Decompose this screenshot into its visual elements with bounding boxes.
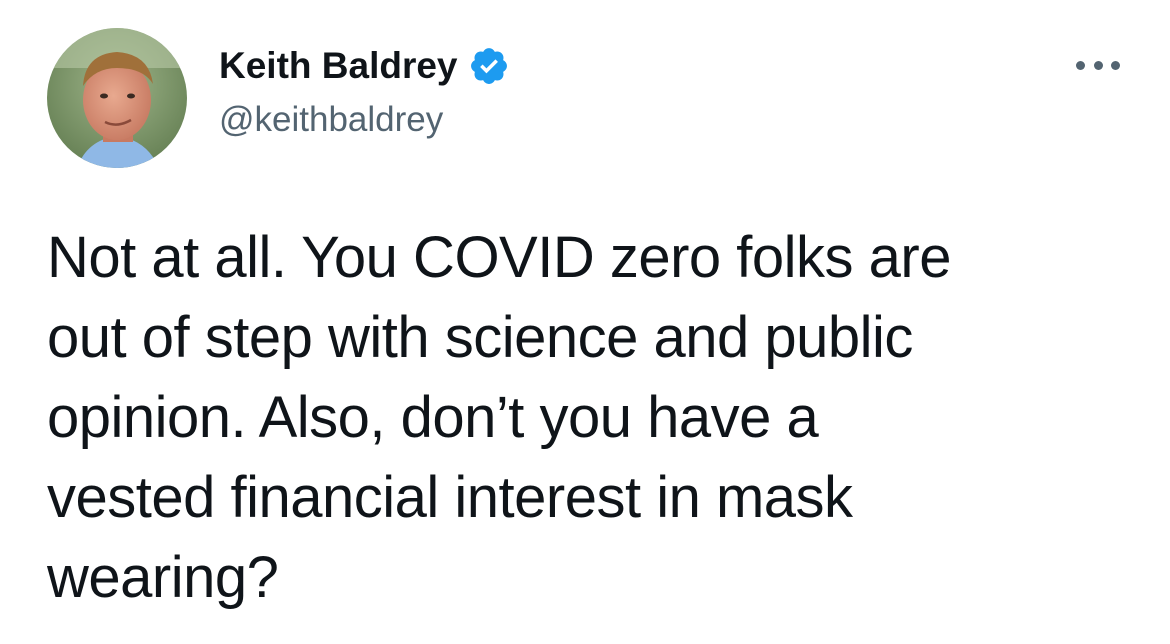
more-horizontal-icon [1093, 60, 1103, 70]
avatar-photo [47, 28, 187, 168]
more-horizontal-icon [1111, 60, 1120, 70]
more-options-button[interactable] [1070, 50, 1126, 80]
more-horizontal-icon [1076, 60, 1085, 70]
author-handle[interactable]: @keithbaldrey [219, 100, 443, 140]
display-name[interactable]: Keith Baldrey [219, 45, 458, 87]
tweet-card: Keith Baldrey @keithbaldrey Not at all. … [0, 0, 1170, 644]
verified-badge-icon [468, 45, 510, 87]
avatar[interactable] [47, 28, 187, 168]
author-name-row: Keith Baldrey [219, 40, 510, 92]
tweet-text: Not at all. You COVID zero folks are out… [47, 225, 952, 610]
